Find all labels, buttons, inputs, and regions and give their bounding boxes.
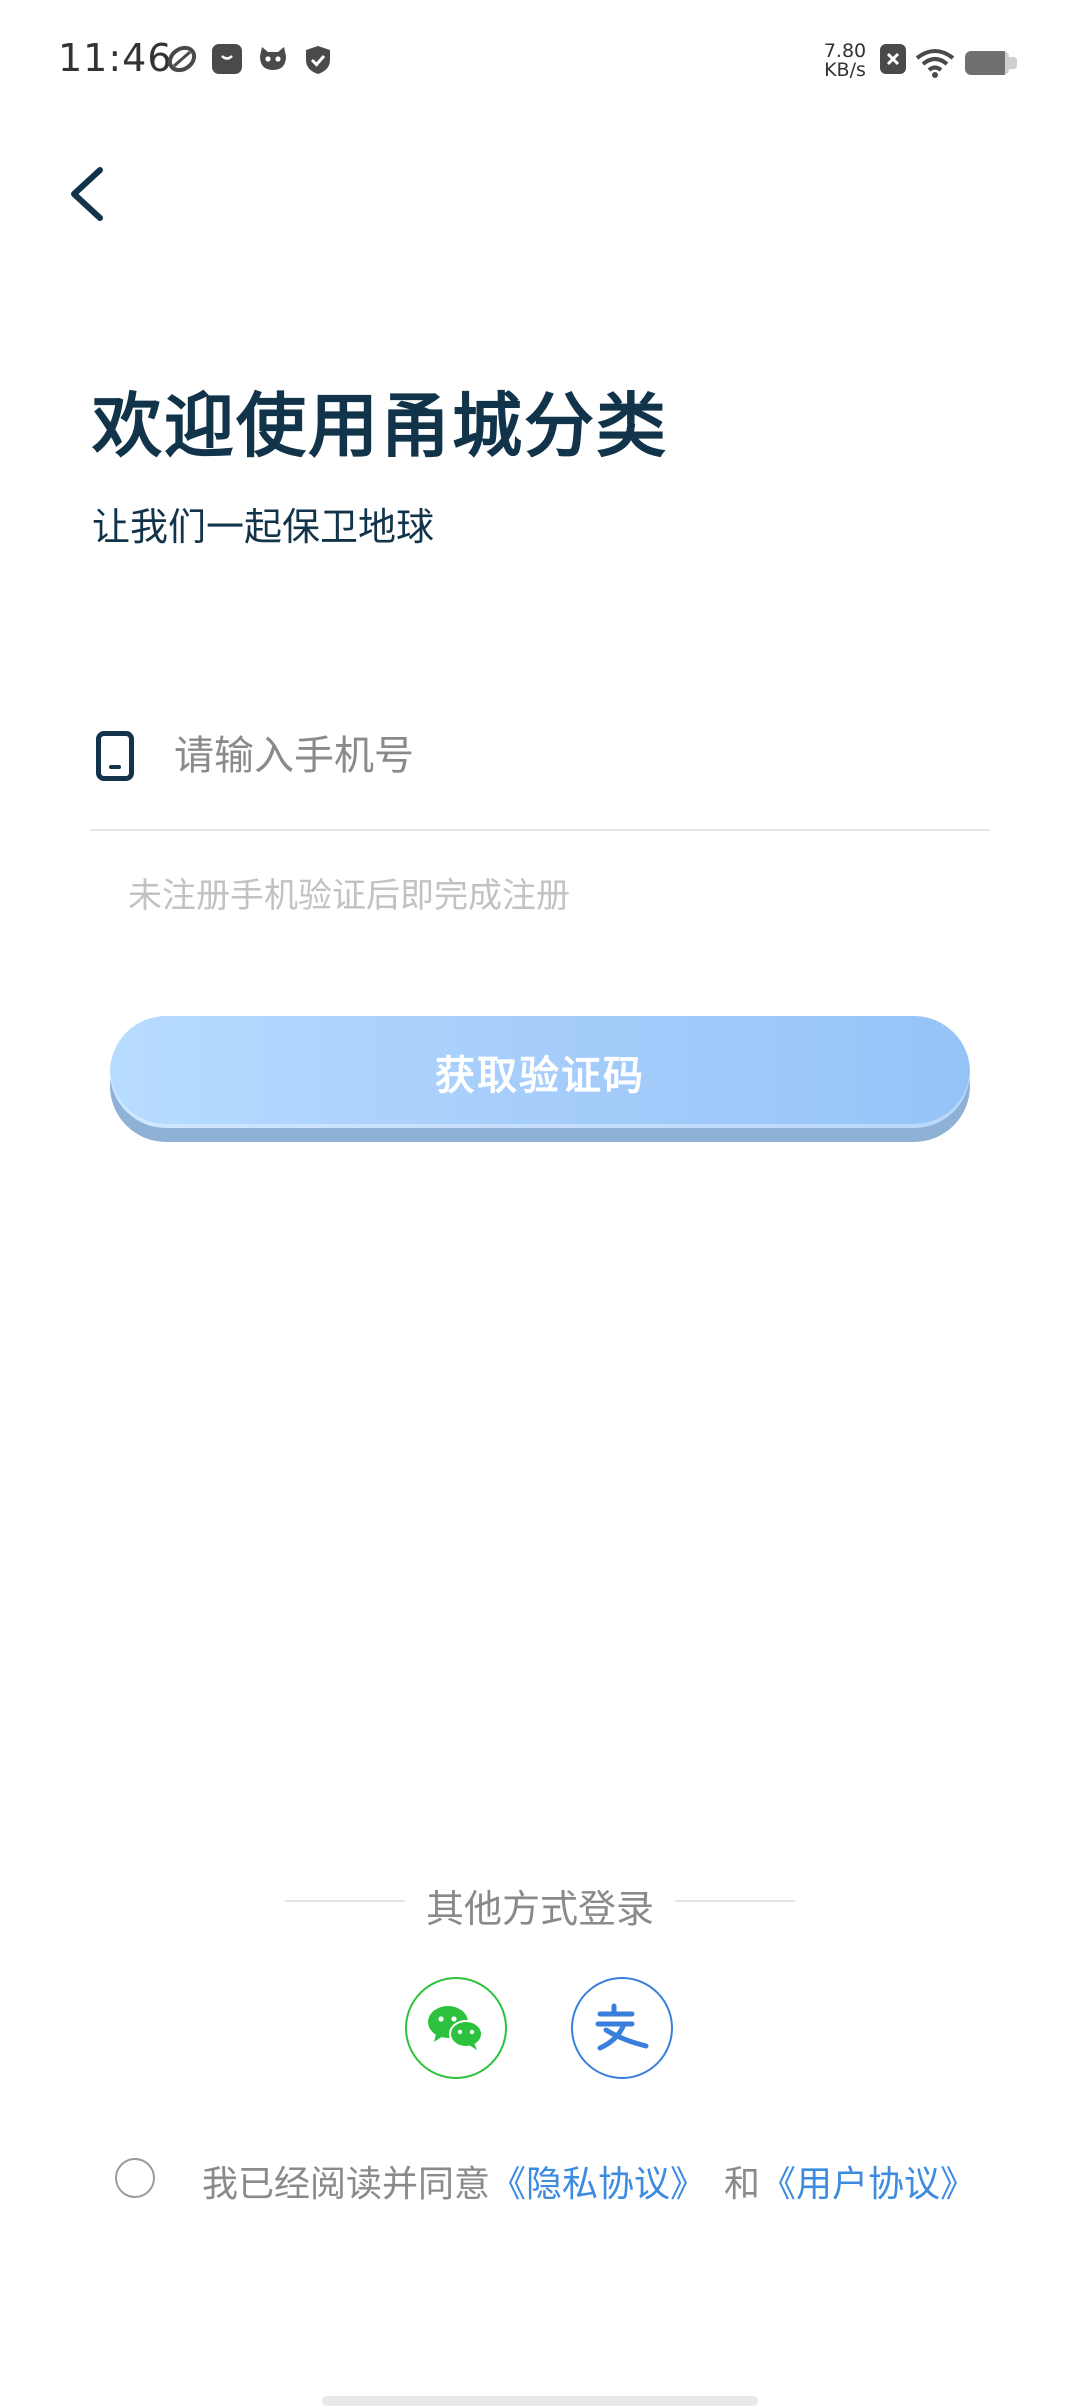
get-code-button[interactable]: 获取验证码 <box>110 1016 970 1128</box>
status-bar: 11:46 7.80 KB/s <box>0 0 1080 130</box>
agreement-prefix: 我已经阅读并同意 <box>202 2164 491 2205</box>
alipay-icon <box>595 2003 649 2051</box>
wifi-icon <box>915 48 955 82</box>
divider-left <box>285 1900 405 1902</box>
network-speed-unit: KB/s <box>824 59 866 81</box>
close-box-icon <box>880 44 906 74</box>
phone-input[interactable] <box>174 721 974 791</box>
privacy-policy-link[interactable]: 《隐私协议》 <box>490 2164 706 2205</box>
battery-tip <box>1009 57 1017 69</box>
wechat-login-button[interactable] <box>405 1977 507 2079</box>
page-title: 欢迎使用甬城分类 <box>92 385 668 467</box>
phone-icon-bar <box>109 765 121 769</box>
divider-right <box>675 1900 795 1902</box>
leaf-icon <box>166 44 198 78</box>
shield-icon <box>304 44 332 80</box>
register-hint: 未注册手机验证后即完成注册 <box>128 876 570 916</box>
status-time: 11:46 <box>58 36 173 80</box>
bag-icon <box>212 44 242 74</box>
wechat-icon <box>428 2006 483 2050</box>
agreement-text: 我已经阅读并同意《隐私协议》 和《用户协议》 <box>202 2155 976 2207</box>
agreement-conjunction: 和 <box>724 2164 761 2205</box>
phone-underline <box>90 829 990 831</box>
page-subtitle: 让我们一起保卫地球 <box>92 505 435 549</box>
user-agreement-link[interactable]: 《用户协议》 <box>760 2164 976 2205</box>
other-login-label: 其他方式登录 <box>425 1887 654 1931</box>
battery-level <box>965 51 1005 75</box>
phone-icon <box>96 731 134 781</box>
agreement-checkbox[interactable] <box>115 2158 155 2198</box>
network-speed: 7.80 KB/s <box>820 42 870 80</box>
chevron-left-icon <box>71 167 103 221</box>
phone-field <box>90 705 990 831</box>
battery-icon <box>965 51 1009 75</box>
cat-icon <box>256 44 290 78</box>
home-indicator[interactable] <box>322 2396 758 2406</box>
back-button[interactable] <box>60 158 120 228</box>
alipay-login-button[interactable] <box>571 1977 673 2079</box>
